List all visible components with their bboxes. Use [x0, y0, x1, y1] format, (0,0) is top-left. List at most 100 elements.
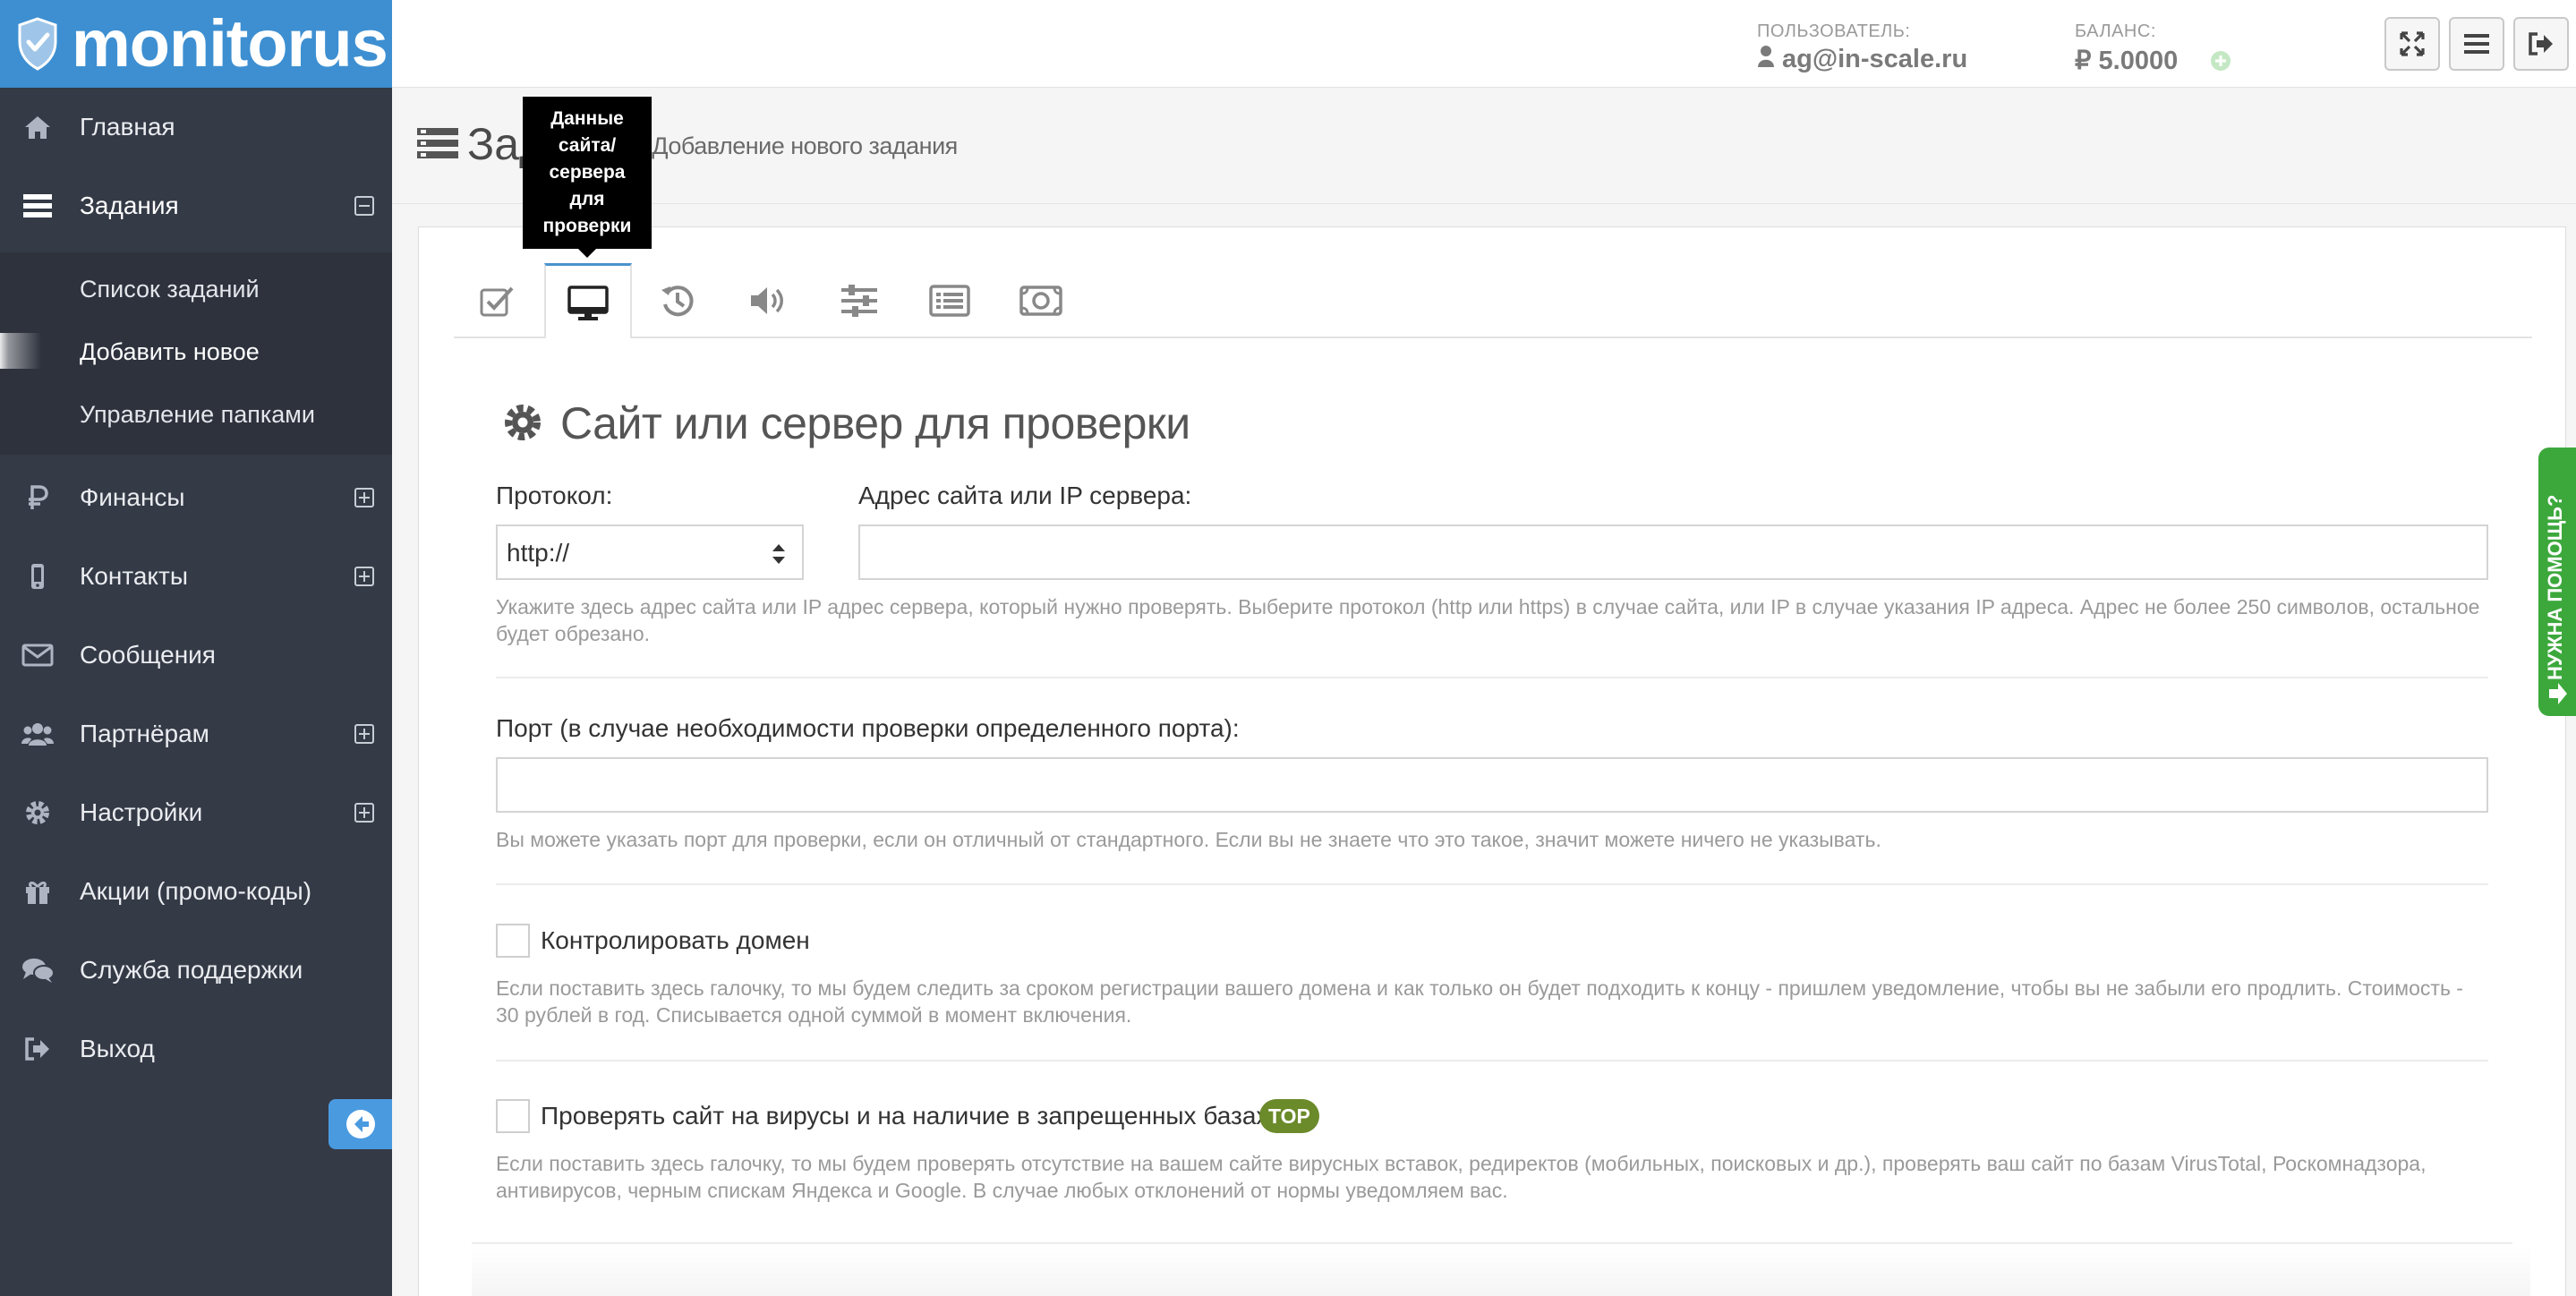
sidebar-item-label: Настройки [80, 798, 203, 826]
help-text-line: антивирусов, черным спискам Яндекса и Go… [496, 1179, 1508, 1202]
sidebar-item-contacts[interactable]: Контакты [0, 537, 392, 616]
sidebar-item-messages[interactable]: Сообщения [0, 616, 392, 695]
sidebar-item-label: Акции (промо-коды) [80, 877, 312, 905]
envelope-icon [20, 637, 55, 673]
expand-toggle-icon[interactable] [354, 488, 374, 507]
virus-help: Если поставить здесь галочку, то мы буде… [496, 1150, 2426, 1204]
domain-help: Если поставить здесь галочку, то мы буде… [496, 975, 2463, 1028]
collapse-toggle-icon[interactable] [354, 196, 374, 216]
tab-options[interactable] [454, 263, 542, 338]
user-email[interactable]: ag@in-scale.ru [1782, 45, 1967, 74]
sign-out-icon [20, 1031, 55, 1067]
help-text-line: будет обрезано. [496, 622, 651, 645]
active-indicator [0, 333, 41, 369]
expand-toggle-icon[interactable] [354, 803, 374, 823]
menu-icon [2464, 34, 2489, 54]
virus-checkbox-label[interactable]: Проверять сайт на вирусы и на наличие в … [541, 1102, 1268, 1130]
tab-settings[interactable] [815, 263, 903, 338]
port-input[interactable] [496, 757, 2488, 813]
tab-tooltip: Данные сайта/ сервера для проверки [523, 97, 652, 249]
brand-name: monitorus [72, 6, 388, 81]
port-help: Вы можете указать порт для проверки, есл… [496, 828, 1881, 851]
collapse-sidebar-button[interactable] [328, 1099, 392, 1149]
sidebar-item-label: Главная [80, 113, 175, 141]
divider [496, 1060, 2488, 1062]
tab-payment[interactable] [997, 263, 1085, 338]
protocol-label: Протокол: [496, 482, 613, 509]
logo[interactable]: monitorus [0, 0, 392, 88]
arrow-right-icon [2547, 680, 2569, 712]
tab-history[interactable] [634, 263, 721, 338]
ruble-icon [20, 480, 55, 516]
domain-checkbox[interactable] [496, 924, 530, 958]
sidebar: monitorus Главная Задания Список заданий… [0, 0, 392, 1296]
tooltip-line: сайта/ [558, 135, 617, 156]
menu-button[interactable] [2449, 17, 2504, 71]
domain-checkbox-label[interactable]: Контролировать домен [541, 926, 810, 955]
list-icon [929, 285, 970, 317]
submenu-item-task-list[interactable]: Список заданий [80, 276, 260, 303]
sidebar-item-label: Задания [80, 192, 179, 219]
protocol-select-value: http:// [507, 539, 570, 567]
sidebar-item-support[interactable]: Служба поддержки [0, 931, 392, 1010]
sidebar-item-partners[interactable]: Партнёрам [0, 695, 392, 773]
sidebar-item-logout[interactable]: Выход [0, 1010, 392, 1088]
tooltip-line: сервера [549, 162, 626, 183]
gear-icon [20, 795, 55, 831]
tooltip-line: для [569, 189, 605, 209]
tooltip-line: Данные [550, 108, 624, 129]
mobile-icon [20, 558, 55, 594]
logout-button[interactable] [2513, 17, 2569, 71]
bottom-shadow [472, 1244, 2530, 1296]
sign-out-icon [2529, 32, 2553, 55]
section-title: Сайт или сервер для проверки [560, 398, 1190, 448]
breadcrumb: > Добавление нового задания [632, 132, 958, 159]
sliders-icon [841, 285, 877, 317]
home-icon [20, 109, 55, 145]
tasks-icon [20, 188, 55, 224]
expand-toggle-icon[interactable] [354, 567, 374, 586]
virus-checkbox[interactable] [496, 1099, 530, 1133]
fullscreen-icon [2400, 31, 2425, 56]
sidebar-item-tasks[interactable]: Задания [0, 166, 392, 245]
tasks-icon [417, 127, 458, 164]
sidebar-item-label: Контакты [80, 562, 188, 590]
protocol-select[interactable]: http:// [496, 524, 804, 580]
expand-toggle-icon[interactable] [354, 724, 374, 744]
tooltip-arrow [578, 249, 596, 258]
submenu-item-add-new[interactable]: Добавить новое [80, 338, 260, 366]
sidebar-item-label: Финансы [80, 483, 185, 511]
balance-label: БАЛАНС: [2075, 21, 2156, 41]
sidebar-item-finance[interactable]: Финансы [0, 458, 392, 537]
top-header: ПОЛЬЗОВАТЕЛЬ: ag@in-scale.ru БАЛАНС: ₽ 5… [392, 0, 2576, 88]
sidebar-item-home[interactable]: Главная [0, 88, 392, 166]
tab-list[interactable] [906, 263, 994, 338]
help-text-line: Укажите здесь адрес сайта или IP адрес с… [496, 595, 2480, 618]
money-icon [1019, 286, 1062, 316]
address-input[interactable] [858, 524, 2488, 580]
user-label: ПОЛЬЗОВАТЕЛЬ: [1757, 21, 1911, 41]
desktop-icon [567, 285, 609, 320]
help-text-line: 30 рублей в год. Списывается одной суммо… [496, 1003, 1132, 1027]
sidebar-item-promo[interactable]: Акции (промо-коды) [0, 852, 392, 931]
tab-site-data[interactable] [544, 263, 632, 340]
sidebar-item-label: Выход [80, 1035, 155, 1062]
add-balance-icon[interactable] [2210, 50, 2231, 76]
help-text-line: Если поставить здесь галочку, то мы буде… [496, 976, 2463, 1000]
balance-value: ₽ 5.0000 [2075, 47, 2179, 75]
volume-icon [751, 287, 783, 314]
arrow-circle-left-icon [345, 1110, 375, 1138]
sidebar-item-settings[interactable]: Настройки [0, 773, 392, 852]
chat-icon [20, 952, 55, 988]
tab-notifications[interactable] [725, 263, 813, 338]
top-badge: TOP [1259, 1099, 1319, 1133]
port-label: Порт (в случае необходимости проверки оп… [496, 714, 1240, 742]
select-arrows-icon [772, 542, 786, 572]
divider [496, 883, 2488, 885]
gear-icon [501, 401, 544, 448]
user-icon [1757, 45, 1775, 72]
sidebar-item-label: Сообщения [80, 641, 216, 669]
help-tab-label[interactable]: НУЖНА ПОМОЩЬ? [2544, 495, 2567, 680]
fullscreen-button[interactable] [2384, 17, 2440, 71]
submenu-item-manage-folders[interactable]: Управление папками [80, 401, 315, 429]
